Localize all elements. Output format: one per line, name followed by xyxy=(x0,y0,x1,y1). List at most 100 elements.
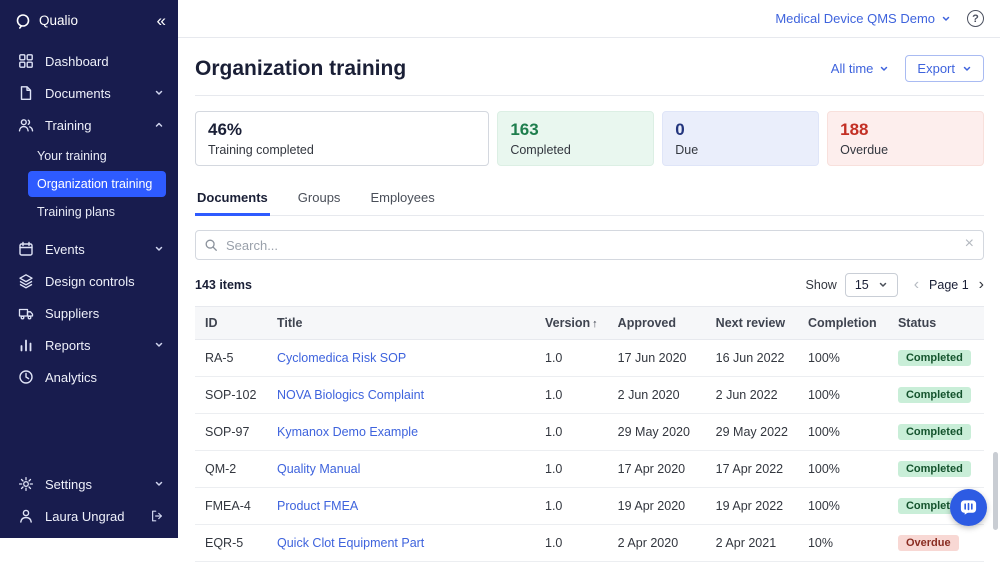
cell-next-review: 19 Apr 2022 xyxy=(706,488,798,525)
column-header-status[interactable]: Status xyxy=(888,307,984,340)
time-filter-dropdown[interactable]: All time xyxy=(831,61,890,76)
document-link[interactable]: Product FMEA xyxy=(277,499,358,513)
training-documents-table: ID Title Version↑ Approved Next review C… xyxy=(195,306,984,562)
sidebar-item-training[interactable]: Training xyxy=(0,109,178,141)
column-header-approved[interactable]: Approved xyxy=(608,307,706,340)
page-size-select[interactable]: 15 xyxy=(845,273,898,297)
cell-id: SOP-97 xyxy=(195,414,267,451)
sidebar-item-settings[interactable]: Settings xyxy=(0,468,178,500)
sidebar-item-events[interactable]: Events xyxy=(0,233,178,265)
cell-next-review: 16 Jun 2022 xyxy=(706,340,798,377)
table-row[interactable]: SOP-102 NOVA Biologics Complaint 1.0 2 J… xyxy=(195,377,984,414)
page-content: Organization training All time Export xyxy=(178,38,1000,562)
sidebar-item-analytics[interactable]: Analytics xyxy=(0,361,178,393)
search-input[interactable] xyxy=(195,230,984,260)
qualio-logo-icon xyxy=(15,13,31,29)
sidebar-header: Qualio « xyxy=(0,0,178,41)
column-header-title[interactable]: Title xyxy=(267,307,535,340)
tab-employees[interactable]: Employees xyxy=(368,182,436,216)
sidebar-item-user[interactable]: Laura Ungrad xyxy=(0,500,178,532)
user-icon xyxy=(18,508,34,524)
calendar-icon xyxy=(18,241,34,257)
cell-approved: 17 Jun 2020 xyxy=(608,340,706,377)
column-header-version[interactable]: Version↑ xyxy=(535,307,608,340)
sidebar-item-dashboard[interactable]: Dashboard xyxy=(0,45,178,77)
sidebar-item-label: Documents xyxy=(45,86,111,101)
table-row[interactable]: QM-2 Quality Manual 1.0 17 Apr 2020 17 A… xyxy=(195,451,984,488)
cell-version: 1.0 xyxy=(535,488,608,525)
export-button[interactable]: Export xyxy=(905,55,984,82)
document-link[interactable]: Quality Manual xyxy=(277,462,360,476)
cell-version: 1.0 xyxy=(535,340,608,377)
document-link[interactable]: Kymanox Demo Example xyxy=(277,425,418,439)
status-badge: Completed xyxy=(898,350,971,366)
stat-card-training-completed[interactable]: 46% Training completed xyxy=(195,111,489,166)
chat-launcher-button[interactable] xyxy=(950,489,987,526)
document-link[interactable]: NOVA Biologics Complaint xyxy=(277,388,424,402)
cell-version: 1.0 xyxy=(535,451,608,488)
stat-card-overdue[interactable]: 188 Overdue xyxy=(827,111,984,166)
sidebar-item-documents[interactable]: Documents xyxy=(0,77,178,109)
sidebar-item-label: Reports xyxy=(45,338,91,353)
sidebar-item-label: Events xyxy=(45,242,85,257)
page-size-value: 15 xyxy=(855,278,869,292)
sidebar-item-your-training[interactable]: Your training xyxy=(28,143,166,169)
table-row[interactable]: FMEA-4 Product FMEA 1.0 19 Apr 2020 19 A… xyxy=(195,488,984,525)
sidebar-collapse-icon[interactable]: « xyxy=(157,12,164,29)
page-prev-icon[interactable]: ‹ xyxy=(914,277,919,293)
sidebar-item-label: Settings xyxy=(45,477,92,492)
cell-completion: 100% xyxy=(798,488,888,525)
app: Qualio « Dashboard Documen xyxy=(0,0,1000,538)
column-header-id[interactable]: ID xyxy=(195,307,267,340)
scrollbar[interactable] xyxy=(993,452,998,530)
tab-groups[interactable]: Groups xyxy=(296,182,343,216)
sidebar-item-design-controls[interactable]: Design controls xyxy=(0,265,178,297)
status-badge: Overdue xyxy=(898,535,959,551)
sidebar: Qualio « Dashboard Documen xyxy=(0,0,178,538)
cell-next-review: 2 Jun 2022 xyxy=(706,377,798,414)
main-area: Medical Device QMS Demo ? Organization t… xyxy=(178,0,1000,538)
help-icon[interactable]: ? xyxy=(967,10,984,27)
chevron-down-icon xyxy=(154,88,164,98)
page-next-icon[interactable]: › xyxy=(979,277,984,293)
table-row[interactable]: SOP-97 Kymanox Demo Example 1.0 29 May 2… xyxy=(195,414,984,451)
training-submenu: Your training Organization training Trai… xyxy=(0,143,178,225)
document-link[interactable]: Quick Clot Equipment Part xyxy=(277,536,424,550)
chevron-up-icon xyxy=(154,120,164,130)
sidebar-item-reports[interactable]: Reports xyxy=(0,329,178,361)
cell-completion: 100% xyxy=(798,414,888,451)
column-header-label: Version xyxy=(545,316,590,330)
layers-icon xyxy=(18,273,34,289)
stat-card-due[interactable]: 0 Due xyxy=(662,111,819,166)
stat-label: Training completed xyxy=(208,143,476,157)
stat-card-completed[interactable]: 163 Completed xyxy=(497,111,654,166)
cell-approved: 19 Apr 2020 xyxy=(608,488,706,525)
sidebar-item-organization-training[interactable]: Organization training xyxy=(28,171,166,197)
cell-next-review: 17 Apr 2022 xyxy=(706,451,798,488)
stat-value: 188 xyxy=(840,120,971,140)
export-label: Export xyxy=(917,61,955,76)
status-badge: Completed xyxy=(898,461,971,477)
sidebar-item-training-plans[interactable]: Training plans xyxy=(28,199,166,225)
document-link[interactable]: Cyclomedica Risk SOP xyxy=(277,351,406,365)
table-row[interactable]: EQR-5 Quick Clot Equipment Part 1.0 2 Ap… xyxy=(195,525,984,562)
gear-icon xyxy=(18,476,34,492)
column-header-next-review[interactable]: Next review xyxy=(706,307,798,340)
clear-search-icon[interactable]: × xyxy=(965,235,974,253)
stat-value: 46% xyxy=(208,120,476,140)
sidebar-item-label: Suppliers xyxy=(45,306,99,321)
header-divider xyxy=(195,95,984,96)
sort-asc-icon: ↑ xyxy=(592,318,598,330)
cell-version: 1.0 xyxy=(535,525,608,562)
tab-documents[interactable]: Documents xyxy=(195,182,270,216)
workspace-selector[interactable]: Medical Device QMS Demo xyxy=(775,11,951,26)
cell-approved: 17 Apr 2020 xyxy=(608,451,706,488)
training-users-icon xyxy=(18,117,34,133)
sidebar-item-suppliers[interactable]: Suppliers xyxy=(0,297,178,329)
chevron-down-icon xyxy=(962,64,972,74)
cell-id: RA-5 xyxy=(195,340,267,377)
table-row[interactable]: RA-5 Cyclomedica Risk SOP 1.0 17 Jun 202… xyxy=(195,340,984,377)
page-title: Organization training xyxy=(195,57,831,81)
logout-icon[interactable] xyxy=(150,509,164,523)
column-header-completion[interactable]: Completion xyxy=(798,307,888,340)
